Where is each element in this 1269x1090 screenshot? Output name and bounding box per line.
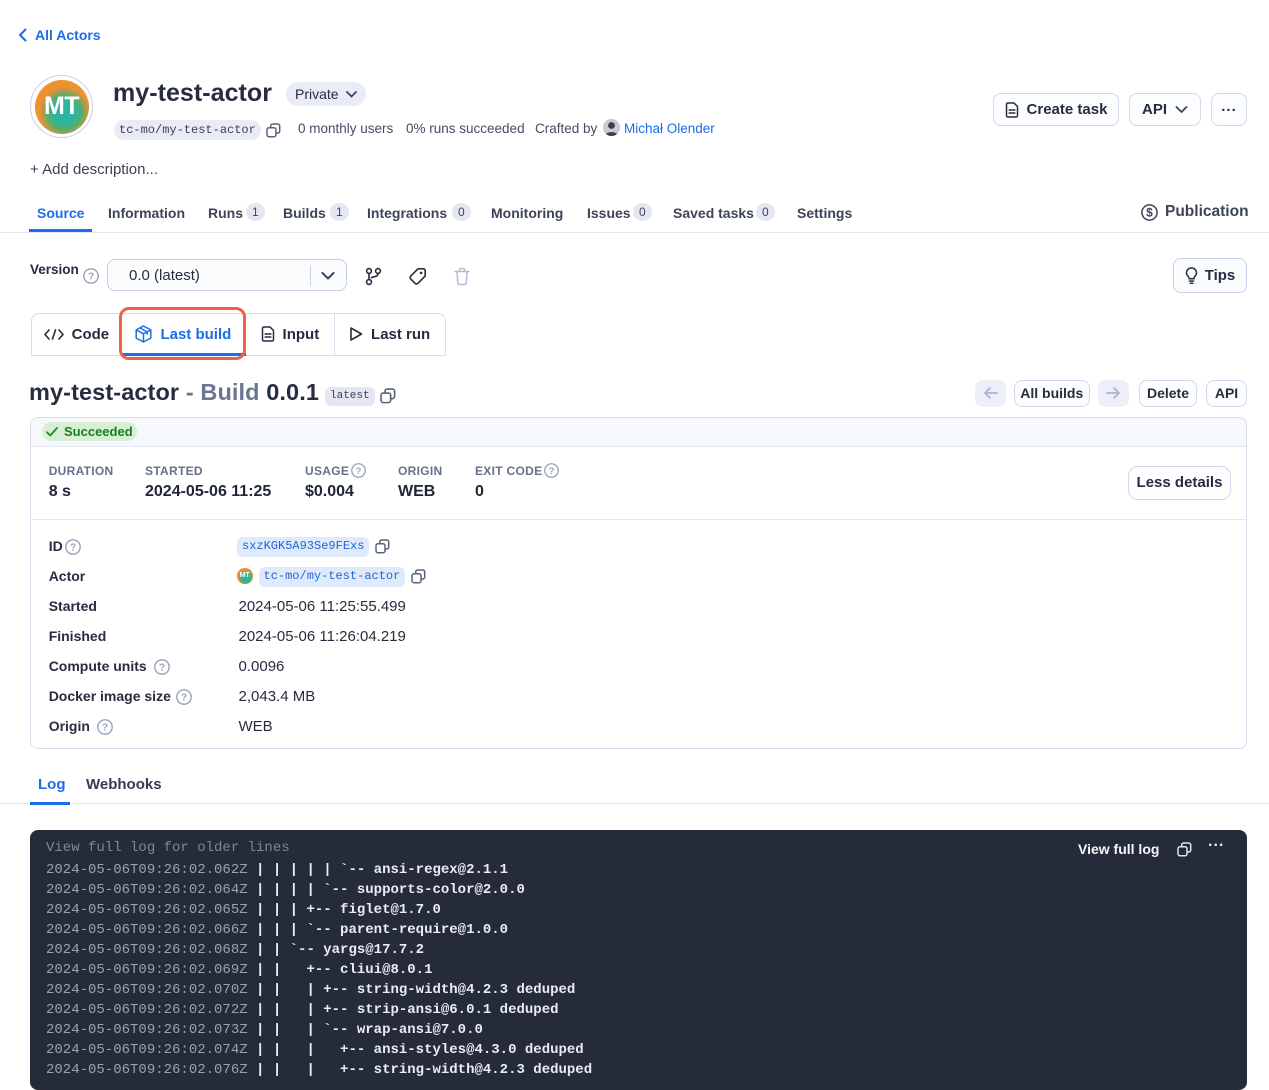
svg-text:?: ? bbox=[549, 466, 555, 476]
svg-text:?: ? bbox=[88, 272, 94, 283]
svg-text:?: ? bbox=[102, 723, 108, 734]
svg-text:?: ? bbox=[181, 693, 187, 704]
svg-text:?: ? bbox=[356, 466, 362, 476]
svg-text:?: ? bbox=[158, 663, 164, 674]
svg-text:$: $ bbox=[1146, 205, 1153, 219]
svg-text:?: ? bbox=[69, 543, 75, 554]
